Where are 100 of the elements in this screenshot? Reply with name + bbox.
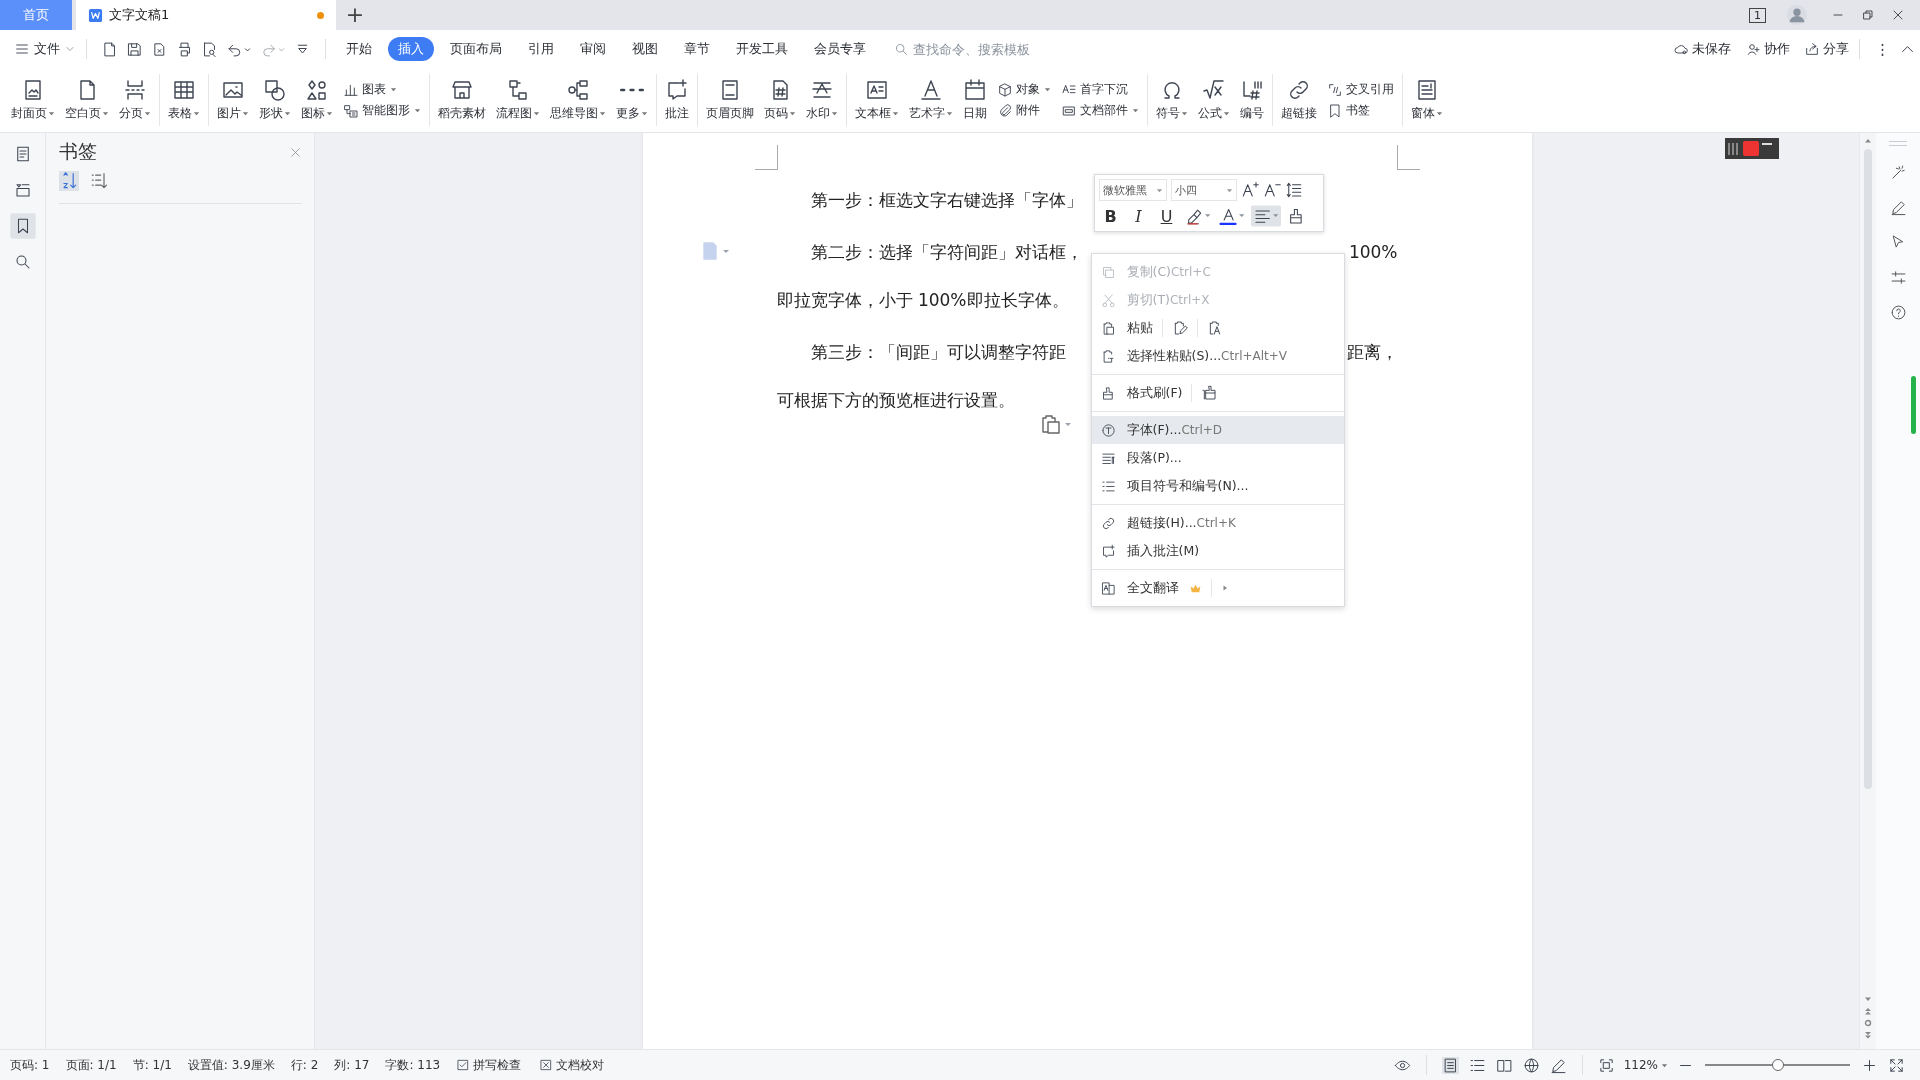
ribbon-button[interactable]: 智能图形: [343, 102, 421, 119]
ribbon-button[interactable]: 页码: [759, 78, 801, 122]
align-left-icon[interactable]: [1250, 205, 1281, 227]
page-view-icon[interactable]: [1441, 1056, 1459, 1074]
ribbon-button[interactable]: 首字下沉: [1061, 81, 1139, 98]
sort-alphabetical-icon[interactable]: [59, 171, 79, 191]
header-action[interactable]: 协作: [1745, 40, 1790, 58]
ribbon-button[interactable]: 窗体: [1406, 78, 1448, 122]
ribbon-button[interactable]: 空白页: [60, 78, 114, 122]
save-icon[interactable]: [126, 40, 143, 58]
ribbon-tab[interactable]: 章节: [674, 37, 720, 61]
ribbon-tab[interactable]: 引用: [518, 37, 564, 61]
ribbon-button[interactable]: 附件: [997, 102, 1051, 119]
navigation-pane-icon[interactable]: [13, 181, 32, 199]
ribbon-button[interactable]: 分页: [114, 78, 156, 122]
ribbon-button[interactable]: 书签: [1327, 102, 1394, 119]
font-grow-icon[interactable]: [1240, 181, 1259, 199]
menu-item[interactable]: 段落(P)...: [1091, 444, 1344, 472]
scrollbar-thumb[interactable]: [1864, 149, 1872, 789]
translate-icon: [1100, 580, 1116, 596]
ribbon-tab[interactable]: 审阅: [570, 37, 616, 61]
pen-icon[interactable]: [1889, 199, 1907, 216]
paragraph-marker-icon[interactable]: [700, 241, 731, 261]
size-select[interactable]: 小四: [1170, 179, 1237, 201]
pen-icon[interactable]: [1549, 1056, 1567, 1074]
ime-toolbar[interactable]: [1725, 138, 1779, 159]
font-shrink-icon[interactable]: [1262, 181, 1281, 199]
ribbon-tab[interactable]: 页面布局: [440, 37, 512, 61]
file-menu[interactable]: 文件: [14, 40, 76, 58]
menu-item[interactable]: 全文翻译: [1091, 574, 1344, 602]
help-icon[interactable]: [1889, 304, 1907, 321]
header-action[interactable]: 分享: [1804, 40, 1849, 58]
magic-wand-icon[interactable]: [1889, 164, 1907, 181]
window-count-badge[interactable]: 1: [1749, 7, 1766, 23]
ribbon-tab[interactable]: 插入: [388, 37, 434, 61]
globe-icon[interactable]: [1522, 1056, 1540, 1074]
scroll-up-icon[interactable]: [1864, 137, 1872, 145]
menu-item[interactable]: 超链接(H)...Ctrl+K: [1091, 509, 1344, 537]
print-preview-icon[interactable]: [201, 40, 218, 58]
select-browse-icon[interactable]: [1864, 1019, 1872, 1027]
ribbon-button[interactable]: 水印: [801, 78, 843, 122]
ribbon-tab[interactable]: 开始: [336, 37, 382, 61]
next-page-icon[interactable]: [1864, 1031, 1872, 1039]
status-text: 行: 2: [290, 1056, 319, 1074]
previous-page-icon[interactable]: [1864, 1007, 1872, 1015]
ribbon-tab[interactable]: 开发工具: [726, 37, 798, 61]
ribbon-button[interactable]: 编号: [1235, 78, 1269, 122]
status-toggle[interactable]: 文档校对: [539, 1056, 605, 1074]
zoom-select[interactable]: 112%: [1623, 1058, 1668, 1072]
ribbon-button[interactable]: 超链接: [1276, 78, 1322, 122]
italic-button[interactable]: I: [1126, 204, 1151, 228]
slider-thumb[interactable]: [1771, 1059, 1784, 1071]
sort-list-icon[interactable]: [89, 171, 109, 191]
search-icon[interactable]: [13, 253, 32, 271]
format-painter-icon[interactable]: [1201, 385, 1218, 401]
search-field[interactable]: 查找命令、搜索模板: [894, 41, 1044, 57]
ribbon-button[interactable]: 思维导图: [545, 78, 611, 122]
ribbon-button[interactable]: 文档部件: [1061, 102, 1139, 119]
line-spacing-icon[interactable]: [1284, 181, 1303, 199]
document-tab[interactable]: 文字文稿1: [76, 0, 336, 30]
ribbon-button[interactable]: 图标: [296, 78, 338, 122]
menu-item[interactable]: 选择性粘贴(S)...Ctrl+Alt+V: [1091, 342, 1344, 370]
ribbon-button[interactable]: 页眉页脚: [701, 78, 759, 122]
bold-button[interactable]: B: [1098, 204, 1123, 228]
ribbon-button[interactable]: 对象: [997, 81, 1051, 98]
paste-options-icon[interactable]: [1039, 414, 1074, 434]
new-tab-button[interactable]: +: [340, 0, 370, 30]
ribbon-button[interactable]: 艺术字: [904, 78, 958, 122]
ribbon-button[interactable]: 表格: [163, 78, 205, 122]
restore-icon[interactable]: [1860, 7, 1876, 23]
font-select[interactable]: 微软雅黑: [1098, 179, 1167, 201]
print-icon[interactable]: [176, 40, 193, 58]
ribbon-button[interactable]: 流程图: [491, 78, 545, 122]
ribbon-button[interactable]: 更多: [611, 78, 653, 122]
underline-button[interactable]: U: [1154, 204, 1179, 228]
menu-item[interactable]: 插入批注(M): [1091, 537, 1344, 565]
status-toggle[interactable]: 拼写检查: [456, 1056, 522, 1074]
menu-item[interactable]: 格式刷(F): [1091, 379, 1344, 407]
ribbon-button[interactable]: 形状: [254, 78, 296, 122]
header-action[interactable]: 未保存: [1673, 40, 1731, 58]
ribbon-button[interactable]: 图表: [343, 81, 421, 98]
flowchart-icon: [506, 78, 530, 102]
ribbon-button[interactable]: 文本框: [850, 78, 904, 122]
ribbon-button[interactable]: 批注: [660, 78, 694, 122]
ribbon-button[interactable]: 稻壳素材: [433, 78, 491, 122]
fullscreen-icon[interactable]: [1888, 1056, 1905, 1074]
menu-item[interactable]: 项目符号和编号(N)...: [1091, 472, 1344, 500]
sliders-icon[interactable]: [1889, 269, 1907, 286]
ribbon-button[interactable]: 交叉引用: [1327, 81, 1394, 98]
ribbon-tab[interactable]: 会员专享: [804, 37, 876, 61]
ribbon-button[interactable]: 图片: [212, 78, 254, 122]
menu-item[interactable]: 粘贴: [1091, 314, 1344, 342]
ribbon-tab[interactable]: 视图: [622, 37, 668, 61]
ribbon-button[interactable]: 日期: [958, 78, 992, 122]
ribbon-button[interactable]: 符号: [1151, 78, 1193, 122]
fit-page-icon[interactable]: [1597, 1056, 1615, 1074]
scroll-down-icon[interactable]: [1864, 995, 1872, 1003]
menu-item[interactable]: 字体(F)...Ctrl+D: [1091, 416, 1344, 444]
ribbon-button[interactable]: 公式: [1193, 78, 1235, 122]
ribbon-button[interactable]: 封面页: [6, 78, 60, 122]
